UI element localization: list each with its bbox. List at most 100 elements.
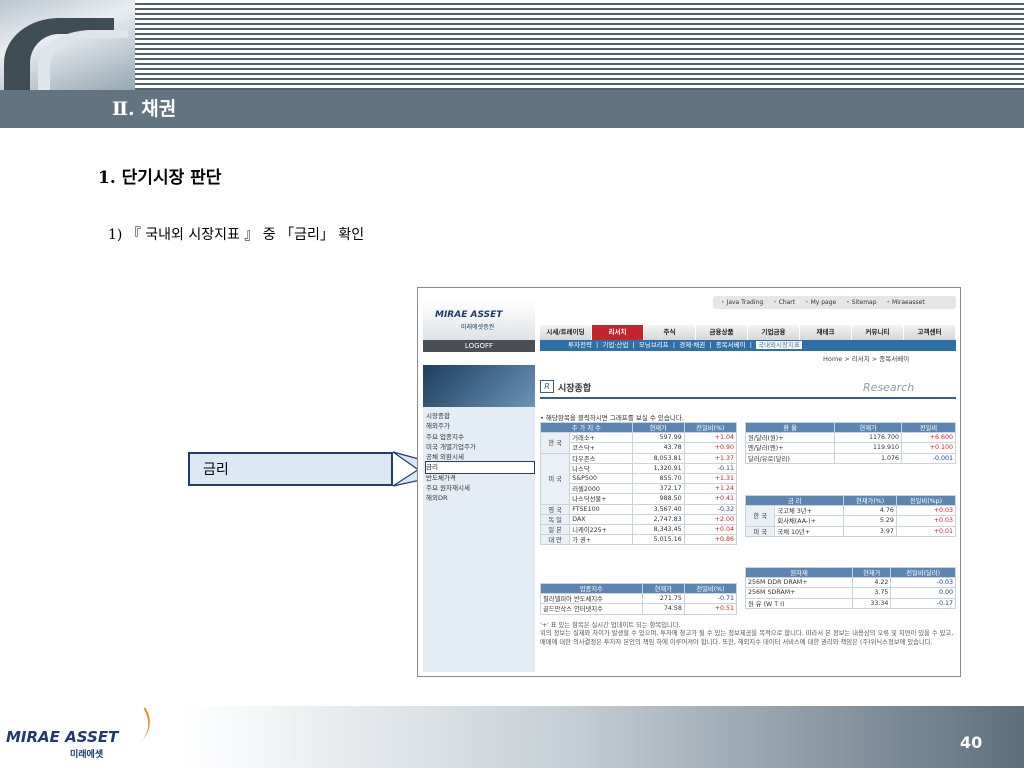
table-row[interactable]: 필라델피아 반도체지수 271.75 -0.71 xyxy=(540,593,738,605)
tab-community[interactable]: 커뮤니티 xyxy=(852,325,904,340)
price-cell: 372.17 xyxy=(631,483,685,495)
table-row[interactable]: 골드만삭스 인터넷지수 74.58 +0.51 xyxy=(540,603,738,615)
table-row[interactable]: 엔/달러(엔)+ 119.910 +0.100 xyxy=(744,442,956,454)
name-cell[interactable]: 국고채 3년+ xyxy=(774,505,845,517)
table-row[interactable]: 256M SDRAM+ 3.75 0.00 xyxy=(744,587,956,599)
table-row[interactable]: 대 만 가 권+ 5,015.16 +0.86 xyxy=(539,534,738,546)
tab-corporate-finance[interactable]: 기업금융 xyxy=(748,325,800,340)
change-cell: +1.31 xyxy=(683,472,738,485)
sidebar-item-sector-index[interactable]: 주요 업종지수 xyxy=(426,432,534,442)
column-header: 원자재 xyxy=(744,566,854,579)
table-row[interactable]: 256M DDR DRAM+ 4.22 -0.03 xyxy=(744,577,956,589)
name-cell[interactable]: DAX xyxy=(569,513,633,525)
column-header: 현재가 xyxy=(641,582,685,595)
table-row[interactable]: 미 국 다우존스 8,053.81 +1.37 xyxy=(539,452,738,505)
tab-trading[interactable]: 시세/트레이딩 xyxy=(540,325,592,340)
table-row[interactable]: 일 본 니케이225+ 8,343.45 +0.04 xyxy=(539,523,738,536)
name-cell[interactable]: 다우존스 xyxy=(569,452,633,464)
name-cell[interactable]: 나스닥 xyxy=(569,462,633,474)
name-cell[interactable]: 달러/유로(달러) xyxy=(744,452,836,464)
name-cell[interactable]: 골드만삭스 인터넷지수 xyxy=(540,603,643,615)
name-cell[interactable]: 회사채(AA-)+ xyxy=(774,515,845,527)
name-cell[interactable]: S&P500 xyxy=(569,472,633,485)
name-cell[interactable]: 니케이225+ xyxy=(569,523,633,536)
table-row[interactable]: 미 국 국채 10년+ 3.97 +0.01 xyxy=(744,525,956,537)
tab-customer-center[interactable]: 고객센터 xyxy=(904,325,956,340)
price-cell: 2,747.83 xyxy=(631,513,685,525)
sidebar-item-overseas-stocks[interactable]: 해외주가 xyxy=(426,421,534,431)
table-row[interactable]: 한 국 국고채 3년+ 4.76 +0.03 xyxy=(744,505,956,527)
column-header: 전일비(%p) xyxy=(895,494,956,507)
name-cell[interactable]: 가 권+ xyxy=(569,534,633,546)
sidebar-item-market-summary[interactable]: 시장종합 xyxy=(426,411,534,421)
sub-navigation: 투자전략 | 기업·산업 | 모닝브리프 | 경제·채권 | 종목서베이 | 국… xyxy=(540,340,956,351)
table-row[interactable]: S&P500 855.70 +1.31 xyxy=(541,472,738,485)
index-table: 주 가 지 수 현재가 전일비(%) 한 국 거래소+ 597.99 +1.04… xyxy=(539,421,738,546)
name-cell[interactable]: 원/달러(원)+ xyxy=(744,432,836,444)
sidebar-item-commodities[interactable]: 주요 원자재시세 xyxy=(426,483,534,493)
name-cell[interactable]: 코스닥+ xyxy=(569,442,633,454)
region-cell: 대 만 xyxy=(539,534,571,546)
price-cell: 271.75 xyxy=(641,593,685,605)
sidebar-item-interest-rate[interactable]: 금리 xyxy=(425,461,535,474)
name-cell[interactable]: 나스닥선물+ xyxy=(569,493,633,505)
section-title: Ⅱ. 채권 xyxy=(112,98,177,120)
subnav-industry[interactable]: 기업·산업 xyxy=(602,341,628,349)
footer-logo: MIRAE ASSET xyxy=(6,728,119,746)
region-cell: 한 국 xyxy=(539,432,571,454)
top-link-miraeasset[interactable]: Miraeasset xyxy=(886,299,924,306)
price-cell: 8,053.81 xyxy=(631,452,685,464)
top-link-java[interactable]: Java Trading xyxy=(721,299,763,306)
sidebar-item-fx[interactable]: 공채 외환시세 xyxy=(426,452,534,462)
table-row[interactable]: 원 유 (W T I) 33.34 -0.17 xyxy=(744,597,956,609)
subnav-economy-bond[interactable]: 경제·채권 xyxy=(679,341,705,349)
table-row[interactable]: 영 국 FTSE100 3,567.40 -0.32 xyxy=(539,503,738,515)
subnav-stock-survey[interactable]: 종목서베이 xyxy=(716,341,746,349)
change-cell: +0.04 xyxy=(683,523,738,536)
site-logo[interactable] xyxy=(423,300,535,340)
name-cell[interactable]: 256M SDRAM+ xyxy=(744,587,854,599)
table-row[interactable]: 코스닥+ 43.78 +0.90 xyxy=(541,442,738,454)
main-tabs: 시세/트레이딩 리서치 주식 금융상품 기업금융 재테크 커뮤니티 고객센터 xyxy=(540,325,956,340)
callout-label: 금리 xyxy=(203,462,229,478)
top-link-mypage[interactable]: My page xyxy=(805,299,836,306)
top-link-chart[interactable]: Chart xyxy=(773,299,795,306)
name-cell[interactable]: 러셀2000 xyxy=(569,483,633,495)
name-cell[interactable]: 256M DDR DRAM+ xyxy=(744,577,854,589)
subnav-market-indicators[interactable]: 국내외시장지표 xyxy=(756,341,802,349)
top-link-sitemap[interactable]: Sitemap xyxy=(846,299,876,306)
subnav-strategy[interactable]: 투자전략 xyxy=(568,341,592,349)
table-row[interactable]: 달러/유로(달러) 1.076 -0.001 xyxy=(744,452,956,464)
region-cell: 한 국 xyxy=(744,505,776,527)
table-row[interactable]: 나스닥선물+ 988.50 +0.41 xyxy=(541,493,738,505)
table-row[interactable]: 원/달러(원)+ 1176.700 +6.600 xyxy=(744,432,956,444)
logoff-button[interactable]: LOGOFF xyxy=(423,340,535,352)
price-cell: 43.78 xyxy=(631,442,685,454)
sidebar-item-us-stocks[interactable]: 미국 개별기업주가 xyxy=(426,442,534,452)
table-row[interactable]: 독 일 DAX 2,747.83 +2.00 xyxy=(539,513,738,525)
table-row[interactable]: 러셀2000 372.17 +1.24 xyxy=(541,483,738,495)
table-row[interactable]: 회사채(AA-)+ 5.29 +0.03 xyxy=(746,515,956,527)
sidebar-item-overseas-dr[interactable]: 해외DR xyxy=(426,493,534,503)
tab-research[interactable]: 리서치 xyxy=(592,325,644,340)
tab-financial-products[interactable]: 금융상품 xyxy=(696,325,748,340)
tab-wealth[interactable]: 재테크 xyxy=(800,325,852,340)
column-header: 업종지수 xyxy=(540,582,643,595)
table-row[interactable]: 한 국 거래소+ 597.99 +1.04 xyxy=(539,432,738,454)
name-cell[interactable]: 국채 10년+ xyxy=(774,525,845,537)
column-header: 주 가 지 수 xyxy=(540,421,633,434)
price-cell: 4.76 xyxy=(843,505,897,517)
sidebar-item-semiconductor[interactable]: 반도체가격 xyxy=(426,473,534,483)
name-cell[interactable]: 엔/달러(엔)+ xyxy=(744,442,836,454)
table-header: 원자재 현재가 전일비(달러) xyxy=(744,566,956,579)
name-cell[interactable]: 거래소+ xyxy=(569,432,633,444)
table-row[interactable]: 나스닥 1,320.91 -0.11 xyxy=(541,462,738,474)
tab-stock[interactable]: 주식 xyxy=(644,325,696,340)
name-cell[interactable]: 필라델피아 반도체지수 xyxy=(540,593,643,605)
region-cell: 미 국 xyxy=(744,525,776,537)
subnav-morning-brief[interactable]: 모닝브리프 xyxy=(639,341,669,349)
name-cell[interactable]: 원 유 (W T I) xyxy=(744,597,854,609)
name-cell[interactable]: FTSE100 xyxy=(569,503,633,515)
site-logo-text: MIRAE ASSET xyxy=(435,310,503,320)
price-cell: 74.58 xyxy=(641,603,685,615)
